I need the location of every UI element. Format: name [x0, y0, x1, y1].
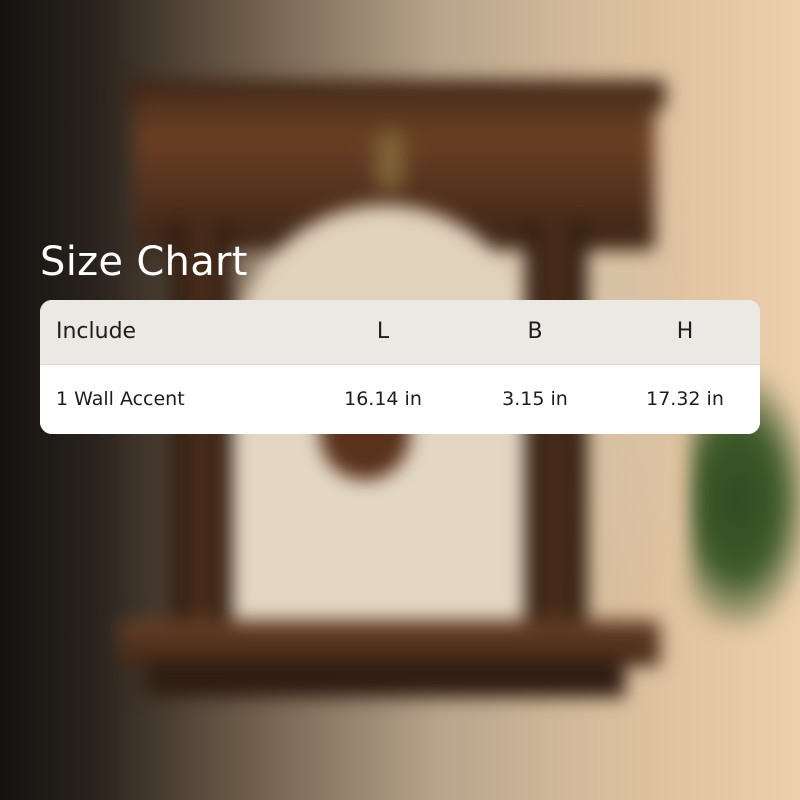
shelf-base: [145, 662, 625, 697]
header-breadth: B: [460, 300, 610, 365]
header-include: Include: [40, 300, 306, 365]
size-chart-table: Include L B H 1 Wall Accent 16.14 in 3.1…: [40, 300, 760, 434]
cell-breadth: 3.15 in: [502, 388, 568, 411]
cell-include: 1 Wall Accent: [56, 388, 185, 411]
table-row: 1 Wall Accent 16.14 in 3.15 in 17.32 in: [40, 364, 760, 434]
cell-length: 16.14 in: [344, 388, 422, 411]
shelf: [120, 620, 660, 666]
header-height: H: [610, 300, 760, 365]
page-title: Size Chart: [40, 239, 248, 285]
cell-height: 17.32 in: [646, 388, 724, 411]
table-header-row: Include L B H: [40, 300, 760, 365]
frame-ornament: [375, 130, 405, 190]
header-length: L: [306, 300, 460, 365]
